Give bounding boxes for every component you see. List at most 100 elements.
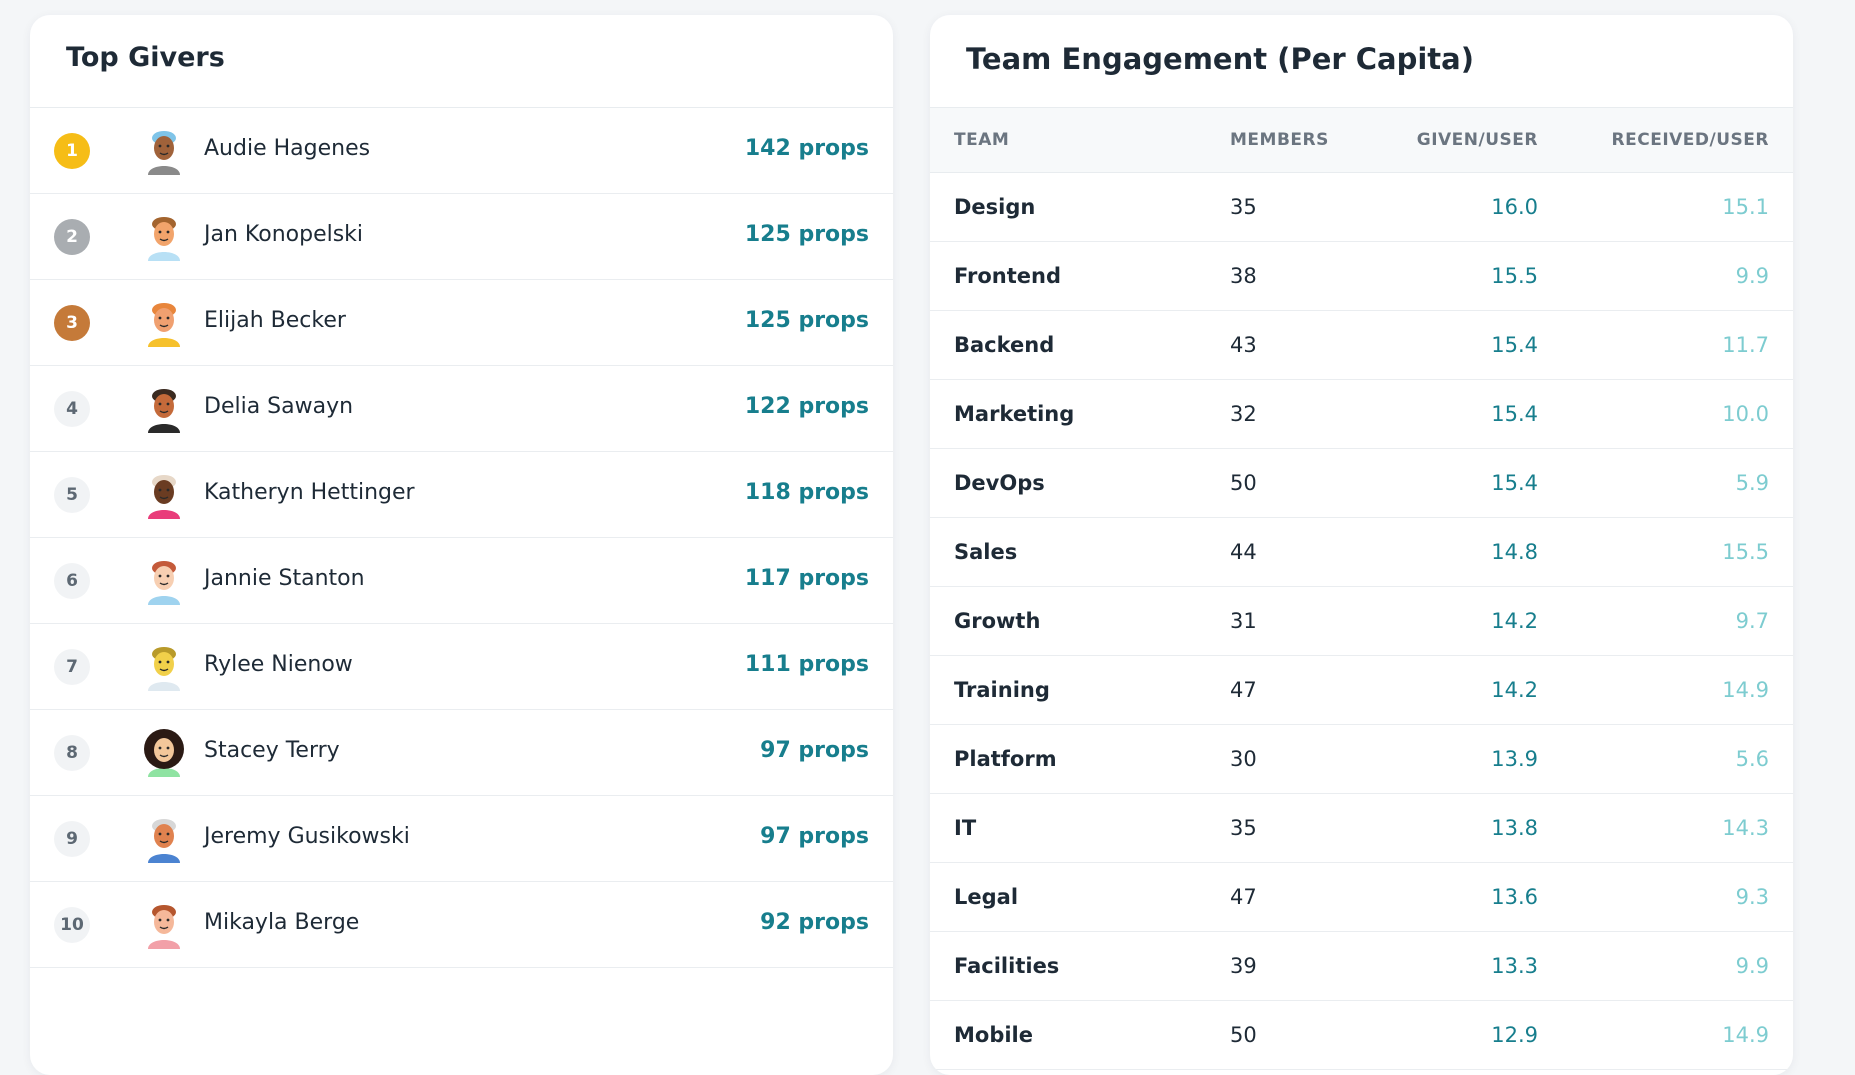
rank-badge: 6	[54, 563, 90, 599]
giver-props: 125 props	[744, 222, 869, 247]
team-row[interactable]: IT 35 13.8 14.3	[930, 794, 1793, 863]
giver-name: Delia Sawayn	[204, 394, 354, 419]
team-row[interactable]: Mobile 50 12.9 14.9	[930, 1001, 1793, 1070]
giver-name: Audie Hagenes	[204, 136, 371, 161]
team-members: 47	[1230, 885, 1257, 909]
giver-props: 97 props	[760, 738, 869, 763]
team-given-per-user: 15.4	[1491, 471, 1538, 495]
team-given-per-user: 16.0	[1491, 195, 1538, 219]
giver-row[interactable]: 7 Rylee Nienow 111 props	[30, 624, 893, 710]
team-name: Training	[954, 678, 1050, 702]
team-row[interactable]: Growth 31 14.2 9.7	[930, 587, 1793, 656]
team-row[interactable]: Backend 43 15.4 11.7	[930, 311, 1793, 380]
giver-name: Stacey Terry	[204, 738, 340, 763]
team-row[interactable]: DevOps 50 15.4 5.9	[930, 449, 1793, 518]
team-row[interactable]: Frontend 38 15.5 9.9	[930, 242, 1793, 311]
giver-row[interactable]: 8 Stacey Terry 97 props	[30, 710, 893, 796]
team-members: 35	[1230, 816, 1257, 840]
team-row[interactable]: Platform 30 13.9 5.6	[930, 725, 1793, 794]
rank-badge: 2	[54, 219, 90, 255]
team-members: 35	[1230, 195, 1257, 219]
team-table-body: Design 35 16.0 15.1 Frontend 38 15.5 9.9…	[930, 173, 1793, 1070]
giver-row[interactable]: 5 Katheryn Hettinger 118 props	[30, 452, 893, 538]
giver-props: 117 props	[744, 566, 869, 591]
team-name: IT	[954, 816, 977, 840]
team-row[interactable]: Training 47 14.2 14.9	[930, 656, 1793, 725]
team-engagement-title: Team Engagement (Per Capita)	[930, 15, 1793, 108]
team-row[interactable]: Legal 47 13.6 9.3	[930, 863, 1793, 932]
team-name: Platform	[954, 747, 1057, 771]
team-received-per-user: 5.6	[1735, 747, 1769, 771]
team-members: 39	[1230, 954, 1257, 978]
team-given-per-user: 15.5	[1491, 264, 1538, 288]
team-members: 47	[1230, 678, 1257, 702]
team-row[interactable]: Design 35 16.0 15.1	[930, 173, 1793, 242]
team-received-per-user: 14.3	[1722, 816, 1769, 840]
team-received-per-user: 15.5	[1722, 540, 1769, 564]
team-name: Mobile	[954, 1023, 1033, 1047]
team-name: DevOps	[954, 471, 1045, 495]
header-members[interactable]: MEMBERS	[1230, 130, 1329, 150]
team-given-per-user: 13.8	[1491, 816, 1538, 840]
team-members: 38	[1230, 264, 1257, 288]
giver-props: 92 props	[760, 910, 869, 935]
giver-row[interactable]: 1 Audie Hagenes 142 props	[30, 108, 893, 194]
giver-props: 125 props	[744, 308, 869, 333]
team-received-per-user: 9.3	[1735, 885, 1769, 909]
top-givers-title: Top Givers	[30, 15, 893, 108]
giver-props: 111 props	[744, 652, 869, 677]
giver-row[interactable]: 6 Jannie Stanton 117 props	[30, 538, 893, 624]
giver-props: 97 props	[760, 824, 869, 849]
giver-row[interactable]: 3 Elijah Becker 125 props	[30, 280, 893, 366]
giver-row[interactable]: 4 Delia Sawayn 122 props	[30, 366, 893, 452]
team-table-header: TEAM MEMBERS GIVEN/USER RECEIVED/USER	[930, 108, 1793, 173]
team-given-per-user: 13.6	[1491, 885, 1538, 909]
team-received-per-user: 15.1	[1722, 195, 1769, 219]
team-row[interactable]: Facilities 39 13.3 9.9	[930, 932, 1793, 1001]
giver-row[interactable]: 9 Jeremy Gusikowski 97 props	[30, 796, 893, 882]
giver-name: Jannie Stanton	[204, 566, 365, 591]
team-name: Legal	[954, 885, 1019, 909]
avatar	[140, 557, 188, 605]
team-received-per-user: 14.9	[1722, 678, 1769, 702]
team-given-per-user: 13.3	[1491, 954, 1538, 978]
team-name: Design	[954, 195, 1036, 219]
rank-badge: 3	[54, 305, 90, 341]
team-given-per-user: 14.2	[1491, 609, 1538, 633]
team-received-per-user: 9.7	[1735, 609, 1769, 633]
giver-row[interactable]: 2 Jan Konopelski 125 props	[30, 194, 893, 280]
giver-row[interactable]: 10 Mikayla Berge 92 props	[30, 882, 893, 968]
team-name: Backend	[954, 333, 1055, 357]
team-received-per-user: 10.0	[1722, 402, 1769, 426]
team-members: 30	[1230, 747, 1257, 771]
giver-name: Jan Konopelski	[204, 222, 364, 247]
team-members: 50	[1230, 471, 1257, 495]
giver-props: 142 props	[744, 136, 869, 161]
giver-name: Katheryn Hettinger	[204, 480, 415, 505]
team-given-per-user: 12.9	[1491, 1023, 1538, 1047]
avatar	[140, 901, 188, 949]
header-given[interactable]: GIVEN/USER	[1417, 130, 1538, 150]
team-received-per-user: 11.7	[1722, 333, 1769, 357]
header-received[interactable]: RECEIVED/USER	[1612, 130, 1769, 150]
giver-props: 118 props	[744, 480, 869, 505]
team-row[interactable]: Sales 44 14.8 15.5	[930, 518, 1793, 587]
team-given-per-user: 15.4	[1491, 333, 1538, 357]
avatar	[140, 299, 188, 347]
rank-badge: 9	[54, 821, 90, 857]
giver-name: Jeremy Gusikowski	[204, 824, 410, 849]
avatar	[140, 729, 188, 777]
team-received-per-user: 9.9	[1735, 954, 1769, 978]
rank-badge: 10	[54, 907, 90, 943]
team-given-per-user: 14.2	[1491, 678, 1538, 702]
team-given-per-user: 14.8	[1491, 540, 1538, 564]
avatar	[140, 815, 188, 863]
team-given-per-user: 15.4	[1491, 402, 1538, 426]
rank-badge: 4	[54, 391, 90, 427]
header-team[interactable]: TEAM	[954, 130, 1009, 150]
givers-list: 1 Audie Hagenes 142 props 2 Jan Konopels…	[30, 108, 893, 968]
team-name: Growth	[954, 609, 1041, 633]
team-members: 44	[1230, 540, 1257, 564]
team-row[interactable]: Marketing 32 15.4 10.0	[930, 380, 1793, 449]
team-members: 31	[1230, 609, 1257, 633]
